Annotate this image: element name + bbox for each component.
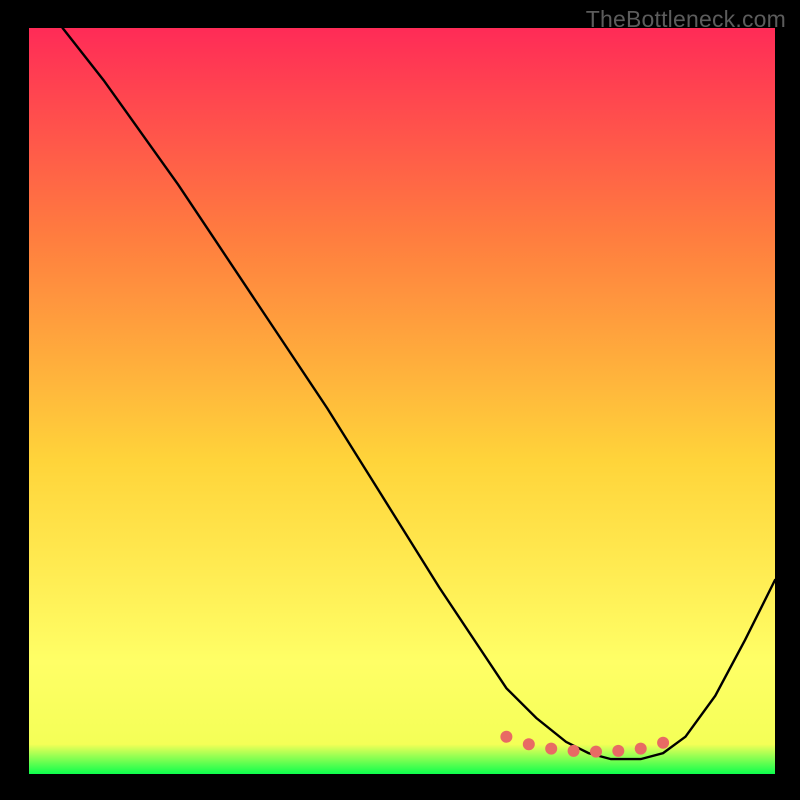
marker-dot [523,738,535,750]
marker-dot [635,743,647,755]
chart-plot-area [29,28,775,774]
marker-dot [590,746,602,758]
marker-dot [545,743,557,755]
marker-dot [500,731,512,743]
marker-dot [657,737,669,749]
gradient-background [29,28,775,774]
watermark-text: TheBottleneck.com [586,6,786,33]
marker-dot [612,745,624,757]
marker-dot [568,745,580,757]
